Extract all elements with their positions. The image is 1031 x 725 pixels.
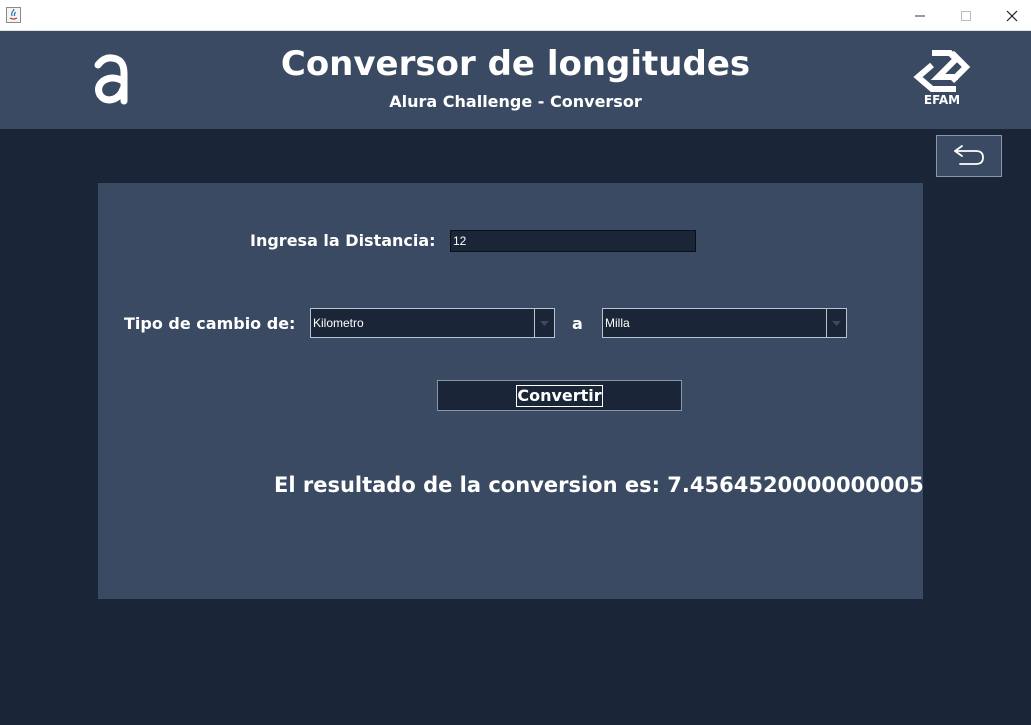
minimize-button[interactable] — [897, 0, 943, 31]
page-subtitle: Alura Challenge - Conversor — [389, 92, 642, 111]
java-app-icon — [6, 7, 21, 23]
conversion-type-label: Tipo de cambio de: — [124, 314, 296, 333]
converter-panel: Ingresa la Distancia: 12 Tipo de cambio … — [98, 183, 924, 599]
to-unit-value: Milla — [603, 309, 827, 337]
app-header: Conversor de longitudes Alura Challenge … — [0, 31, 1031, 129]
page-title: Conversor de longitudes — [280, 44, 751, 84]
efam-logo-icon: EFAM — [912, 49, 972, 113]
connector-label: a — [572, 314, 583, 333]
convert-button[interactable]: Convertir — [437, 380, 682, 411]
undo-arrow-icon — [952, 142, 986, 171]
distance-input[interactable]: 12 — [450, 230, 696, 252]
convert-button-label: Convertir — [516, 384, 603, 407]
from-unit-select[interactable]: Kilometro — [310, 308, 555, 338]
chevron-down-icon[interactable] — [827, 309, 846, 337]
result-text: El resultado de la conversion es: 7.4564… — [274, 473, 924, 497]
close-button[interactable] — [989, 0, 1031, 31]
back-button[interactable] — [936, 135, 1002, 177]
efam-logo-text: EFAM — [923, 93, 961, 107]
chevron-down-icon[interactable] — [535, 309, 554, 337]
to-unit-select[interactable]: Milla — [602, 308, 847, 338]
distance-label: Ingresa la Distancia: — [250, 231, 436, 250]
from-unit-value: Kilometro — [311, 309, 535, 337]
maximize-button[interactable] — [943, 0, 989, 31]
window-titlebar — [0, 0, 1031, 31]
